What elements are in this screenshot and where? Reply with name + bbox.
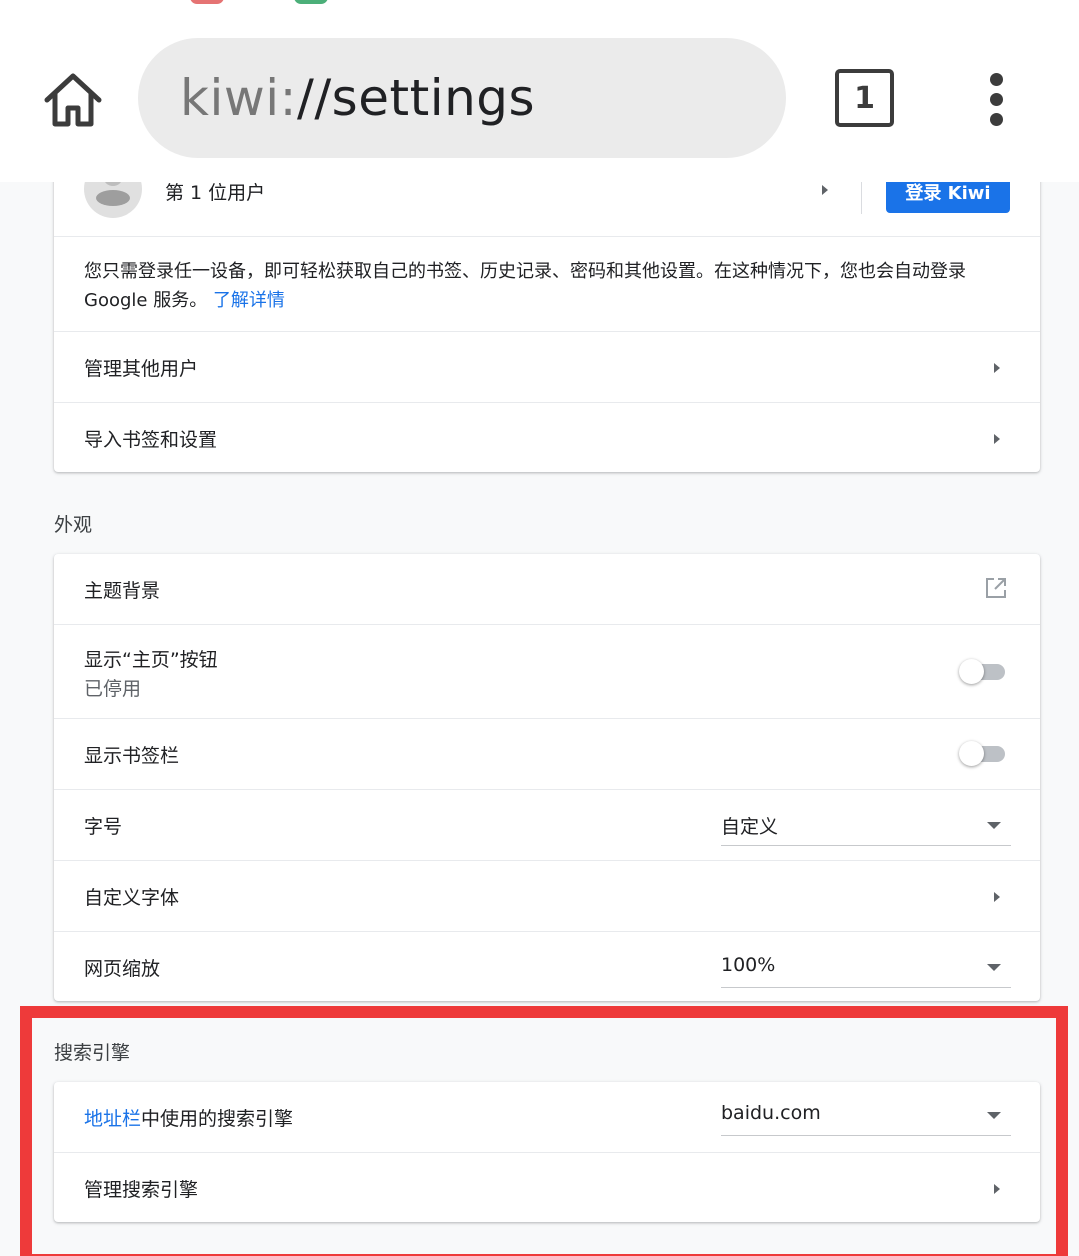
- custom-fonts-label: 自定义字体: [84, 887, 180, 909]
- appearance-card: 主题背景 显示“主页”按钮 已停用 显示书签栏 字号 自定义 自定义字体 网页缩…: [54, 554, 1040, 1001]
- show-home-label: 显示“主页”按钮: [84, 649, 218, 671]
- manage-users-label: 管理其他用户: [84, 358, 199, 380]
- appearance-title: 外观: [54, 514, 93, 536]
- page-zoom-row: 网页缩放 100%: [54, 931, 1040, 1001]
- account-user-name: 第 1 位用户: [165, 182, 266, 204]
- open-in-new-icon: [986, 578, 1006, 598]
- account-description: 您只需登录任一设备，即可轻松获取自己的书签、历史记录、密码和其他设置。在这种情况…: [84, 261, 966, 282]
- search-engine-row: 地址栏中使用的搜索引擎 baidu.com: [54, 1082, 1040, 1152]
- home-button[interactable]: [38, 68, 108, 132]
- bookmarks-bar-row[interactable]: 显示书签栏: [54, 718, 1040, 789]
- font-size-label: 字号: [84, 816, 123, 838]
- font-size-select[interactable]: 自定义: [721, 802, 1011, 846]
- theme-row[interactable]: 主题背景: [54, 554, 1040, 624]
- dropdown-arrow-icon: [987, 1112, 1001, 1119]
- status-bar-remnant: [0, 0, 1079, 6]
- show-home-status: 已停用: [84, 678, 142, 700]
- dropdown-arrow-icon: [987, 964, 1001, 971]
- tab-count: 1: [854, 80, 875, 116]
- show-home-row[interactable]: 显示“主页”按钮 已停用: [54, 624, 1040, 718]
- dropdown-arrow-icon: [987, 822, 1001, 829]
- manage-search-engines-row[interactable]: 管理搜索引擎: [54, 1152, 1040, 1222]
- bookmarks-bar-toggle[interactable]: [959, 741, 1007, 767]
- show-home-toggle[interactable]: [959, 659, 1007, 685]
- address-bar-link[interactable]: 地址栏: [84, 1108, 141, 1130]
- theme-label: 主题背景: [84, 580, 161, 602]
- chevron-right-icon: [994, 1184, 1000, 1194]
- import-row[interactable]: 导入书签和设置: [54, 402, 1040, 472]
- more-vert-icon[interactable]: [976, 70, 1016, 128]
- manage-search-engines-label: 管理搜索引擎: [84, 1179, 199, 1201]
- import-label: 导入书签和设置: [84, 429, 218, 451]
- account-description-line2: Google 服务。 了解详情: [84, 290, 285, 311]
- font-size-row: 字号 自定义: [54, 789, 1040, 860]
- account-description-row: 您只需登录任一设备，即可轻松获取自己的书签、历史记录、密码和其他设置。在这种情况…: [54, 236, 1040, 332]
- bookmarks-bar-label: 显示书签栏: [84, 745, 180, 767]
- page-zoom-label: 网页缩放: [84, 958, 161, 980]
- tab-switcher-button[interactable]: 1: [835, 69, 894, 127]
- page-zoom-select[interactable]: 100%: [721, 944, 1011, 988]
- learn-more-link[interactable]: 了解详情: [213, 290, 285, 311]
- chevron-right-icon: [994, 434, 1000, 444]
- address-bar[interactable]: kiwi://settings: [138, 38, 786, 158]
- url-text: kiwi://settings: [180, 69, 536, 127]
- custom-fonts-row[interactable]: 自定义字体: [54, 860, 1040, 931]
- manage-users-row[interactable]: 管理其他用户: [54, 331, 1040, 402]
- browser-toolbar: kiwi://settings 1: [0, 0, 1079, 182]
- home-icon: [44, 73, 102, 127]
- chevron-right-icon: [994, 363, 1000, 373]
- chevron-right-icon: [822, 185, 828, 195]
- search-engine-card: 地址栏中使用的搜索引擎 baidu.com 管理搜索引擎: [54, 1082, 1040, 1222]
- search-engine-label: 地址栏中使用的搜索引擎: [84, 1108, 294, 1130]
- status-icon: [294, 0, 328, 4]
- chevron-right-icon: [994, 892, 1000, 902]
- account-card: 第 1 位用户 登录 Kiwi 您只需登录任一设备，即可轻松获取自己的书签、历史…: [54, 152, 1040, 472]
- status-icon: [190, 0, 224, 4]
- search-engine-title: 搜索引擎: [54, 1042, 131, 1064]
- search-engine-select[interactable]: baidu.com: [721, 1092, 1011, 1136]
